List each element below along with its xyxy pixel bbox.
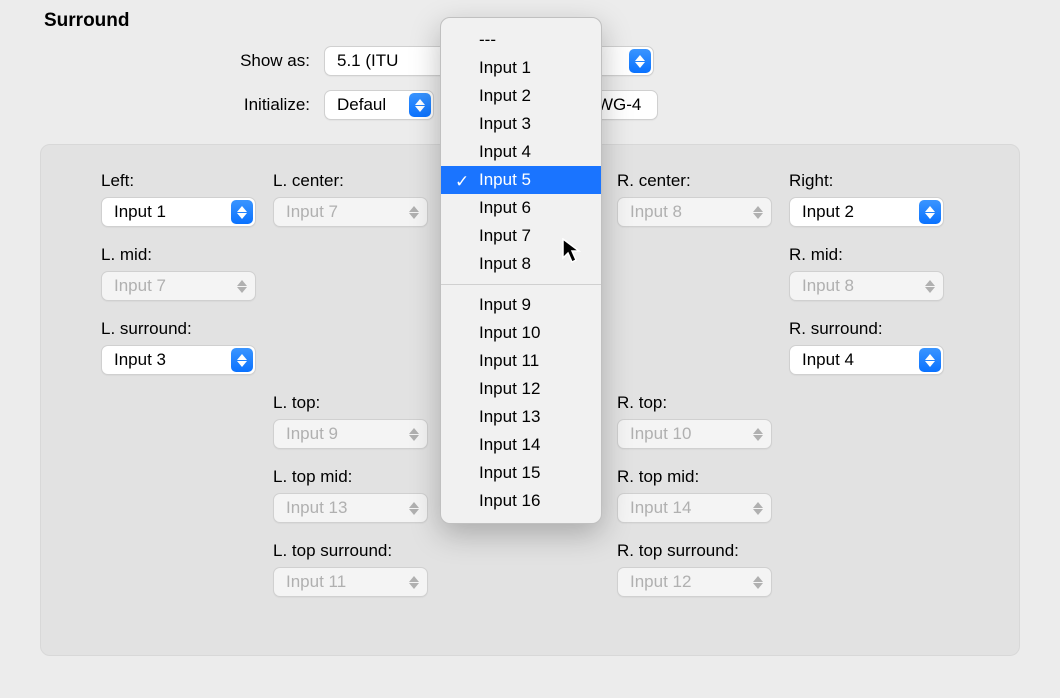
show-as-value: 5.1 (ITU bbox=[337, 51, 398, 71]
l-top-mid-label: L. top mid: bbox=[273, 467, 445, 487]
l-top-label: L. top: bbox=[273, 393, 445, 413]
stepper-icon bbox=[403, 570, 425, 594]
stepper-icon bbox=[403, 496, 425, 520]
l-top-mid-select: Input 13 bbox=[273, 493, 428, 523]
l-surround-label: L. surround: bbox=[101, 319, 273, 339]
r-mid-select: Input 8 bbox=[789, 271, 944, 301]
r-top-surround-select: Input 12 bbox=[617, 567, 772, 597]
left-select[interactable]: Input 1 bbox=[101, 197, 256, 227]
menu-item[interactable]: Input 2 bbox=[441, 82, 601, 110]
menu-item[interactable]: Input 12 bbox=[441, 375, 601, 403]
right-select[interactable]: Input 2 bbox=[789, 197, 944, 227]
menu-item[interactable]: Input 10 bbox=[441, 319, 601, 347]
l-center-label: L. center: bbox=[273, 171, 445, 191]
menu-item[interactable]: Input 16 bbox=[441, 487, 601, 515]
r-surround-label: R. surround: bbox=[789, 319, 949, 339]
l-surround-select[interactable]: Input 3 bbox=[101, 345, 256, 375]
menu-item[interactable]: Input 6 bbox=[441, 194, 601, 222]
l-top-surround-select: Input 11 bbox=[273, 567, 428, 597]
menu-separator bbox=[441, 284, 601, 285]
r-top-mid-select: Input 14 bbox=[617, 493, 772, 523]
stepper-icon bbox=[747, 200, 769, 224]
menu-item[interactable]: Input 8 bbox=[441, 250, 601, 278]
menu-item[interactable]: Input 13 bbox=[441, 403, 601, 431]
stepper-icon bbox=[403, 422, 425, 446]
menu-item[interactable]: Input 14 bbox=[441, 431, 601, 459]
l-center-select: Input 7 bbox=[273, 197, 428, 227]
initialize-value: Defaul bbox=[337, 95, 386, 115]
l-top-select: Input 9 bbox=[273, 419, 428, 449]
menu-item[interactable]: Input 7 bbox=[441, 222, 601, 250]
l-top-surround-label: L. top surround: bbox=[273, 541, 445, 561]
left-label: Left: bbox=[101, 171, 273, 191]
input-dropdown-menu[interactable]: ---Input 1Input 2Input 3Input 4✓Input 5I… bbox=[440, 17, 602, 524]
stepper-icon bbox=[231, 348, 253, 372]
stepper-icon bbox=[747, 496, 769, 520]
l-mid-select: Input 7 bbox=[101, 271, 256, 301]
r-surround-select[interactable]: Input 4 bbox=[789, 345, 944, 375]
menu-item[interactable]: ✓Input 5 bbox=[441, 166, 601, 194]
menu-item[interactable]: Input 4 bbox=[441, 138, 601, 166]
right-label: Right: bbox=[789, 171, 949, 191]
menu-item[interactable]: Input 11 bbox=[441, 347, 601, 375]
stepper-icon bbox=[747, 570, 769, 594]
stepper-icon bbox=[919, 200, 941, 224]
menu-item[interactable]: Input 3 bbox=[441, 110, 601, 138]
r-top-surround-label: R. top surround: bbox=[617, 541, 789, 561]
r-mid-label: R. mid: bbox=[789, 245, 949, 265]
stepper-icon bbox=[747, 422, 769, 446]
menu-item[interactable]: Input 15 bbox=[441, 459, 601, 487]
r-center-label: R. center: bbox=[617, 171, 789, 191]
stepper-icon bbox=[919, 274, 941, 298]
show-as-label: Show as: bbox=[210, 51, 310, 71]
menu-item[interactable]: Input 1 bbox=[441, 54, 601, 82]
menu-item[interactable]: Input 9 bbox=[441, 291, 601, 319]
menu-item[interactable]: --- bbox=[441, 26, 601, 54]
stepper-icon bbox=[231, 274, 253, 298]
initialize-select[interactable]: Defaul bbox=[324, 90, 434, 120]
stepper-icon bbox=[629, 49, 651, 73]
r-top-label: R. top: bbox=[617, 393, 789, 413]
initialize-label: Initialize: bbox=[210, 95, 310, 115]
stepper-icon bbox=[403, 200, 425, 224]
stepper-icon bbox=[231, 200, 253, 224]
stepper-icon bbox=[409, 93, 431, 117]
r-center-select: Input 8 bbox=[617, 197, 772, 227]
check-icon: ✓ bbox=[455, 172, 469, 192]
stepper-icon bbox=[919, 348, 941, 372]
r-top-mid-label: R. top mid: bbox=[617, 467, 789, 487]
header-controls: Show as: 5.1 (ITU Initialize: Defaul W bbox=[210, 46, 1020, 120]
r-top-select: Input 10 bbox=[617, 419, 772, 449]
l-mid-label: L. mid: bbox=[101, 245, 273, 265]
